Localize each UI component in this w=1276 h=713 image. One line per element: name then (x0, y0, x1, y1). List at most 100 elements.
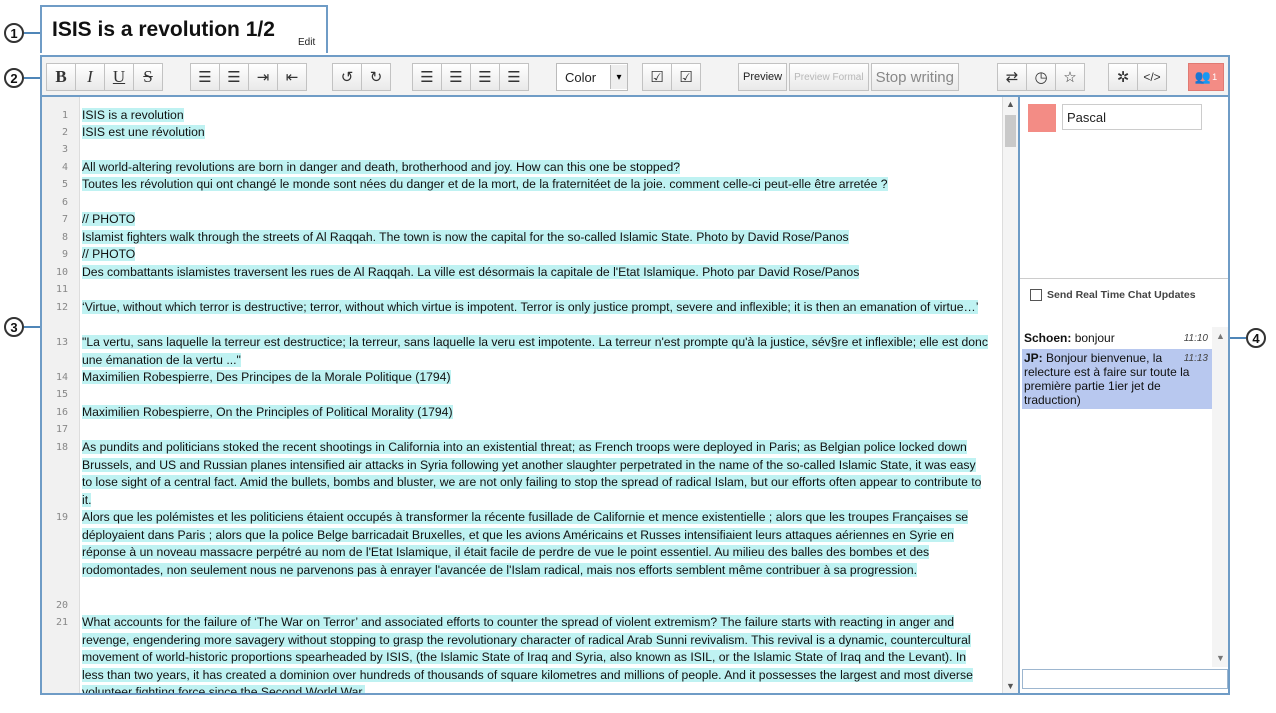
send-realtime-option[interactable]: Send Real Time Chat Updates (1030, 289, 1196, 301)
ordered-list-icon[interactable]: ☰ (190, 63, 220, 91)
line-number: 8 (61, 232, 68, 243)
chat-text: Bonjour bienvenue, la relecture est à fa… (1024, 351, 1190, 407)
author-highlight: As pundits and politicians stoked the re… (82, 440, 982, 507)
users-count: 1 (1212, 72, 1218, 82)
send-realtime-label: Send Real Time Chat Updates (1047, 289, 1196, 301)
line-text[interactable]: ISIS est une révolution (82, 124, 988, 142)
line-number: 1 (61, 110, 68, 121)
author-highlight: "La vertu, sans laquelle la terreur est … (82, 335, 988, 367)
checkbox-done-icon[interactable]: ☑ (671, 63, 701, 91)
editor-scroll-thumb[interactable] (1005, 115, 1016, 147)
italic-button[interactable]: I (75, 63, 105, 91)
line-text[interactable]: What accounts for the failure of ‘The Wa… (82, 614, 988, 693)
author-highlight: Maximilien Robespierre, Des Principes de… (82, 370, 451, 384)
line-number: 14 (55, 372, 68, 383)
user-name-field[interactable]: Pascal (1062, 104, 1202, 130)
chat-divider (1020, 278, 1228, 279)
chat-scrollbar[interactable]: ▲ ▼ (1212, 327, 1228, 667)
outdent-icon[interactable]: ⇤ (277, 63, 307, 91)
line-text[interactable]: ‘Virtue, without which terror is destruc… (82, 299, 988, 317)
user-color-swatch[interactable] (1028, 104, 1056, 132)
indent-icon[interactable]: ⇥ (248, 63, 278, 91)
align-left-icon[interactable]: ☰ (412, 63, 442, 91)
chat-author: Schoen: (1024, 331, 1072, 345)
line-text[interactable]: Maximilien Robespierre, Des Principes de… (82, 369, 988, 387)
callout-4-line (1228, 337, 1246, 339)
line-number: 13 (55, 337, 68, 348)
line-number: 3 (61, 144, 68, 155)
line-number: 20 (55, 600, 68, 611)
settings-gear-icon[interactable]: ✲ (1108, 63, 1138, 91)
line-text[interactable]: // PHOTO (82, 211, 988, 229)
color-select-label: Color (565, 69, 597, 85)
timeslider-icon[interactable]: ◷ (1026, 63, 1056, 91)
pad-frame: B I U S ☰ ☰ ⇥ ⇤ ↺ ↻ ☰ ☰ ☰ ☰ Color ▾ ☑ ☑ (40, 55, 1230, 695)
send-realtime-checkbox[interactable] (1030, 289, 1042, 301)
users-chat-panel: Pascal Send Real Time Chat Updates Schoe… (1018, 97, 1228, 693)
chat-scroll-down-icon[interactable]: ▼ (1216, 653, 1225, 663)
line-text[interactable]: As pundits and politicians stoked the re… (82, 439, 988, 509)
author-highlight: // PHOTO (82, 212, 136, 226)
callout-1-line (24, 32, 40, 34)
author-highlight: ISIS est une révolution (82, 125, 205, 139)
star-icon[interactable]: ☆ (1055, 63, 1085, 91)
callout-3: 3 (4, 317, 24, 337)
chat-scroll-up-icon[interactable]: ▲ (1216, 331, 1225, 341)
line-number: 9 (61, 249, 68, 260)
color-select[interactable]: Color ▾ (556, 63, 628, 91)
author-highlight: Toutes les révolution qui ont changé le … (82, 177, 888, 191)
chat-input[interactable] (1022, 669, 1228, 689)
bold-button[interactable]: B (46, 63, 76, 91)
line-number: 12 (55, 302, 68, 313)
line-number: 21 (55, 617, 68, 628)
line-text[interactable]: "La vertu, sans laquelle la terreur est … (82, 334, 988, 369)
scroll-down-icon[interactable]: ▼ (1006, 681, 1015, 691)
line-number: 4 (61, 162, 68, 173)
users-button[interactable]: 👥 1 (1188, 63, 1224, 91)
line-text[interactable]: Alors que les polémistes et les politici… (82, 509, 988, 579)
stop-writing-button[interactable]: Stop writing (870, 63, 959, 91)
line-number: 18 (55, 442, 68, 453)
import-export-icon[interactable]: ⇄ (997, 63, 1027, 91)
strikethrough-button[interactable]: S (133, 63, 163, 91)
unordered-list-icon[interactable]: ☰ (219, 63, 249, 91)
embed-code-icon[interactable]: </> (1137, 63, 1167, 91)
chat-time: 11:13 (1183, 353, 1208, 364)
callout-2: 2 (4, 68, 24, 88)
editor-area[interactable]: 1 ISIS is a revolution 2 ISIS est une révol… (42, 97, 1002, 693)
line-text[interactable]: All world-altering revolutions are born … (82, 159, 988, 177)
line-text[interactable]: Des combattants islamistes traversent le… (82, 264, 988, 282)
scroll-up-icon[interactable]: ▲ (1006, 99, 1015, 109)
author-highlight: // PHOTO (82, 247, 136, 261)
line-number: 17 (55, 424, 68, 435)
line-text[interactable]: Toutes les révolution qui ont changé le … (82, 176, 988, 194)
users-icon: 👥 (1194, 69, 1212, 84)
line-text[interactable]: Islamist fighters walk through the stree… (82, 229, 988, 247)
preview-button[interactable]: Preview (738, 63, 788, 91)
align-justify-icon[interactable]: ☰ (470, 63, 500, 91)
author-highlight: All world-altering revolutions are born … (82, 160, 681, 174)
author-highlight: Islamist fighters walk through the stree… (82, 230, 849, 244)
line-text[interactable]: // PHOTO (82, 246, 988, 264)
redo-icon[interactable]: ↻ (361, 63, 391, 91)
line-text[interactable]: ISIS is a revolution (82, 107, 988, 125)
line-number: 7 (61, 214, 68, 225)
callout-1: 1 (4, 23, 24, 43)
callout-4: 4 (1246, 328, 1266, 348)
undo-icon[interactable]: ↺ (332, 63, 362, 91)
author-highlight: What accounts for the failure of ‘The Wa… (82, 615, 973, 693)
underline-button[interactable]: U (104, 63, 134, 91)
title-box: ISIS is a revolution 1/2 Edit (40, 5, 328, 53)
editor-scrollbar[interactable]: ▲ ▼ (1002, 97, 1018, 693)
checkbox-icon[interactable]: ☑ (642, 63, 672, 91)
line-text[interactable]: Maximilien Robespierre, On the Principle… (82, 404, 988, 422)
edit-title-link[interactable]: Edit (298, 37, 315, 48)
line-number: 6 (61, 197, 68, 208)
align-center-icon[interactable]: ☰ (441, 63, 471, 91)
align-right-icon[interactable]: ☰ (499, 63, 529, 91)
chat-message: JP: Bonjour bienvenue, la relecture est … (1022, 349, 1212, 409)
author-highlight: ‘Virtue, without which terror is destruc… (82, 300, 979, 314)
chat-time: 11:10 (1183, 333, 1208, 344)
preview-formal-button[interactable]: Preview Formal (789, 63, 869, 91)
author-highlight: Des combattants islamistes traversent le… (82, 265, 860, 279)
